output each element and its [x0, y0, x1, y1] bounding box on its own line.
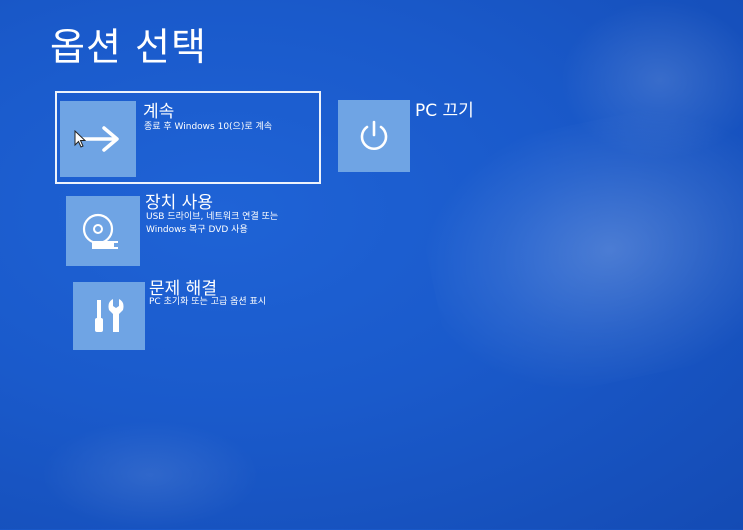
disc-drive-icon [82, 213, 122, 249]
use-device-description: USB 드라이브, 네트워크 연결 또는 Windows 복구 DVD 사용 [146, 212, 279, 235]
continue-label: 계속 [143, 102, 175, 122]
screen-glare [40, 420, 260, 530]
shutdown-option[interactable]: PC 끄기 [338, 96, 538, 176]
troubleshoot-description: PC 초기화 또는 고급 옵션 표시 [149, 297, 267, 307]
shutdown-label: PC 끄기 [415, 101, 474, 121]
tools-icon [95, 299, 124, 332]
shutdown-tile[interactable] [338, 100, 410, 172]
troubleshoot-tile[interactable] [73, 282, 145, 350]
use-device-option[interactable]: 장치 사용 USB 드라이브, 네트워크 연결 또는 Windows 복구 DV… [66, 188, 336, 268]
continue-tile[interactable] [60, 101, 136, 177]
troubleshoot-option[interactable]: 문제 해결 PC 초기화 또는 고급 옵션 표시 [73, 274, 333, 354]
power-icon [360, 120, 388, 150]
continue-description: 종료 후 Windows 10(으)로 계속 [144, 122, 273, 132]
page-title: 옵션 선택 [50, 25, 207, 69]
use-device-label: 장치 사용 [145, 193, 213, 213]
continue-option[interactable]: 계속 종료 후 Windows 10(으)로 계속 [55, 91, 321, 184]
screen-glare [560, 0, 743, 160]
use-device-tile[interactable] [66, 196, 140, 266]
mouse-cursor-icon [74, 130, 86, 148]
